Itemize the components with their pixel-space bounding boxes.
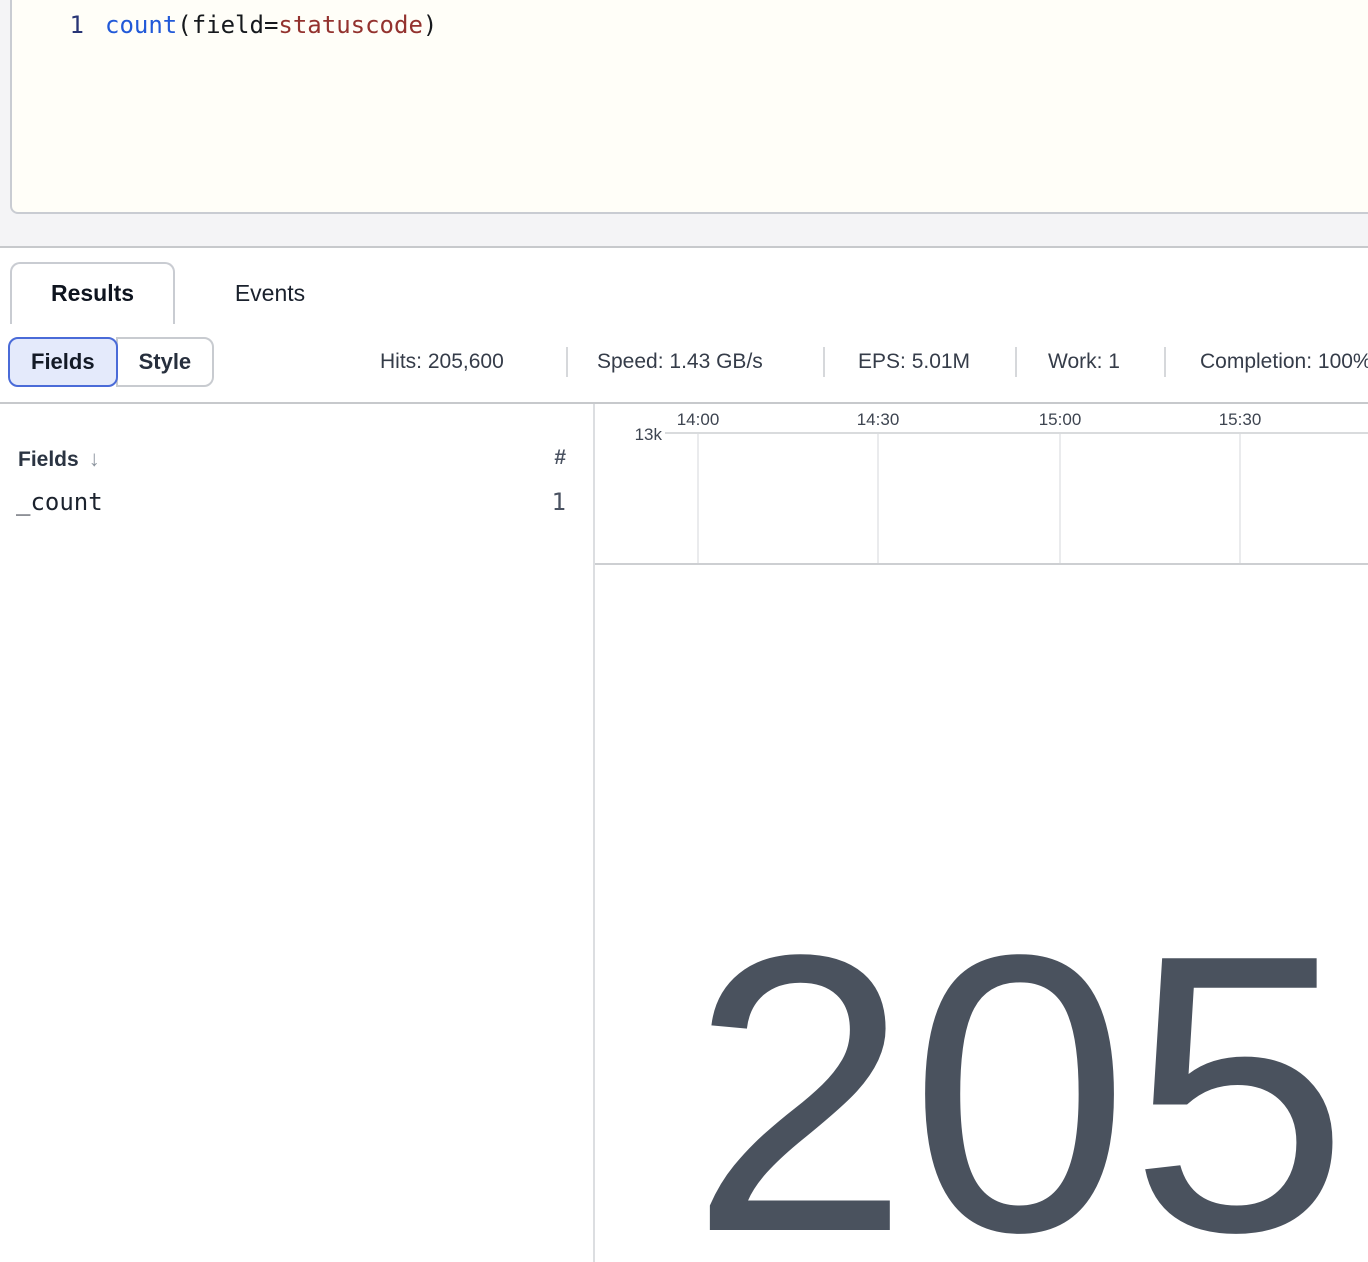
vertical-gridline [1059, 434, 1061, 563]
code-paren-token: ( [177, 11, 191, 39]
code-value-token: statuscode [278, 11, 423, 39]
results-panel: 14:00 14:30 15:00 15:30 13k 205,600 [595, 404, 1368, 1262]
y-axis-tick: 13k [615, 425, 662, 445]
fields-sort-header[interactable]: Fields ↓ [18, 446, 100, 472]
fields-panel: Fields ↓ # _count 1 [0, 404, 593, 1262]
fields-header-label: Fields [18, 448, 79, 471]
vertical-gridline [697, 434, 699, 563]
sort-descending-icon: ↓ [89, 446, 100, 471]
stat-completion: Completion: 100% [1200, 337, 1368, 387]
vertical-gridline [1239, 434, 1241, 563]
chart-result-separator [595, 563, 1368, 565]
line-number: 1 [12, 10, 84, 40]
result-value: 205,600 [690, 896, 1368, 1262]
vertical-gridline [877, 434, 879, 563]
stat-work: Work: 1 [1048, 337, 1120, 387]
stat-divider [1164, 347, 1166, 377]
query-code[interactable]: count(field=statuscode) [105, 10, 437, 40]
tab-results[interactable]: Results [10, 262, 175, 324]
fields-toggle-button[interactable]: Fields [8, 337, 118, 387]
query-editor[interactable]: 1 count(field=statuscode) [10, 0, 1368, 214]
x-axis-tick: 14:30 [857, 410, 900, 430]
count-column-header: # [554, 446, 566, 470]
view-toggle: Fields Style [8, 337, 214, 387]
field-name: _count [16, 488, 103, 516]
query-code-line[interactable]: 1 count(field=statuscode) [12, 10, 437, 40]
code-function-token: count [105, 11, 177, 39]
stat-divider [1015, 347, 1017, 377]
horizontal-gridline [665, 432, 1368, 434]
stat-divider [823, 347, 825, 377]
code-param-token: field= [192, 11, 279, 39]
logscale-search-page: 1count(field=statuscode) Results Events … [0, 0, 1368, 1262]
x-axis-tick: 14:00 [677, 410, 720, 430]
stat-divider [566, 347, 568, 377]
stat-speed: Speed: 1.43 GB/s [597, 337, 763, 387]
field-row[interactable]: _count 1 [0, 488, 593, 524]
x-axis-tick: 15:30 [1219, 410, 1262, 430]
editor-results-separator [0, 246, 1368, 248]
stat-hits: Hits: 205,600 [380, 337, 504, 387]
stat-eps: EPS: 5.01M [858, 337, 970, 387]
style-toggle-button[interactable]: Style [116, 337, 215, 387]
x-axis-tick: 15:00 [1039, 410, 1082, 430]
code-paren-token: ) [423, 11, 437, 39]
field-count: 1 [552, 488, 566, 516]
tab-events[interactable]: Events [180, 262, 360, 324]
